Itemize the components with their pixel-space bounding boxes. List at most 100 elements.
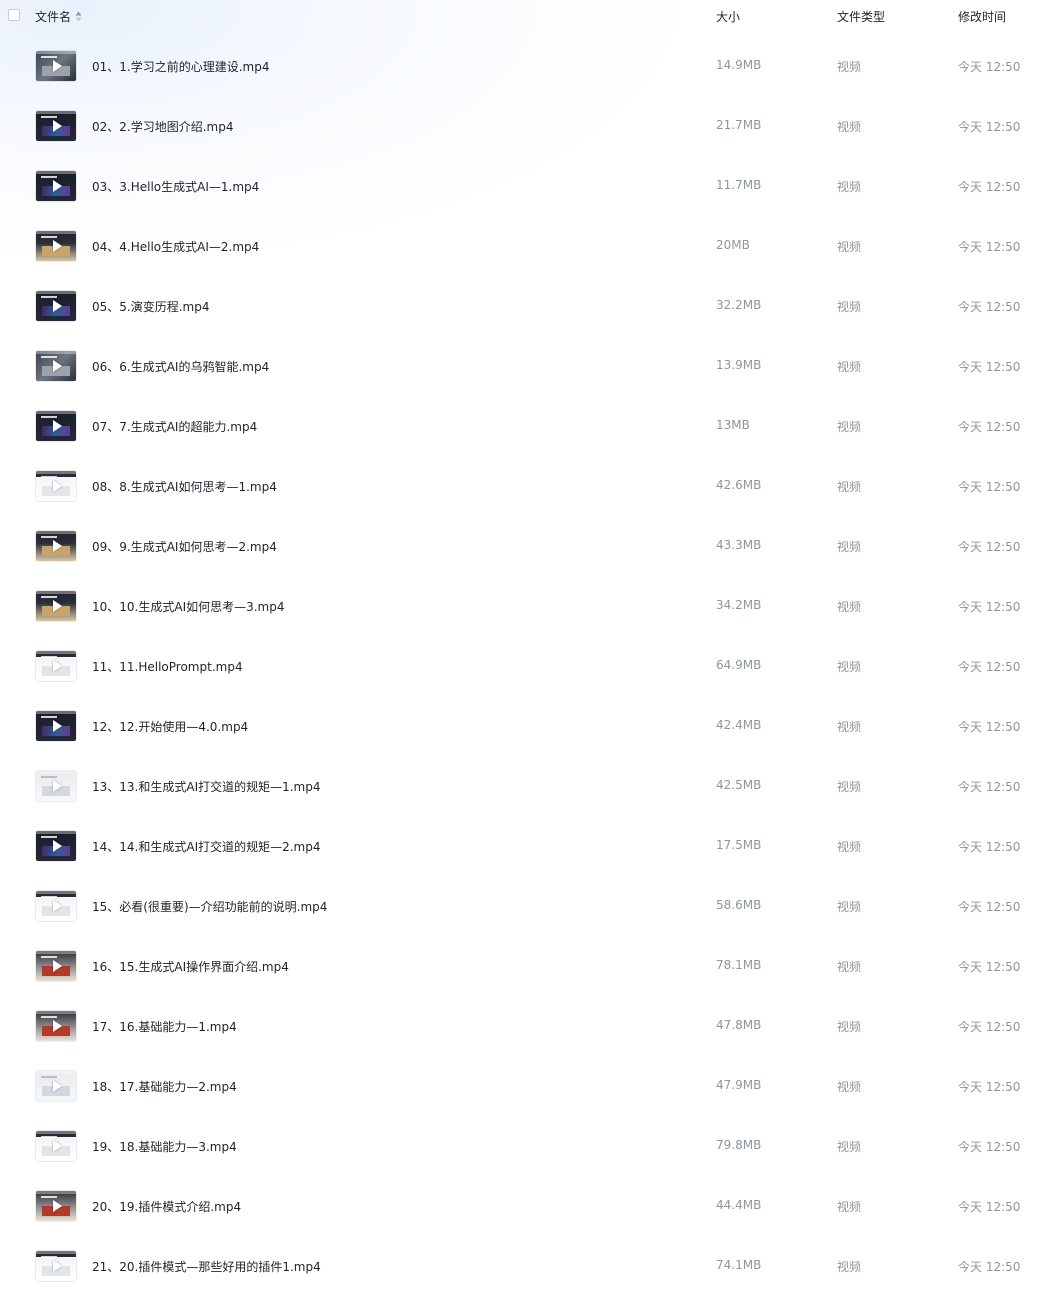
file-name[interactable]: 02、2.学习地图介绍.mp4 (92, 118, 233, 135)
file-row[interactable]: 13、13.和生成式AI打交道的规矩—1.mp4 42.5MB 视频 今天 12:50 (0, 756, 1051, 816)
video-thumbnail-icon[interactable] (36, 231, 76, 261)
file-name[interactable]: 15、必看(很重要)—介绍功能前的说明.mp4 (92, 898, 327, 915)
file-row[interactable]: 17、16.基础能力—1.mp4 47.8MB 视频 今天 12:50 (0, 996, 1051, 1056)
video-thumbnail-icon[interactable] (36, 591, 76, 621)
video-thumbnail-icon[interactable] (36, 291, 76, 321)
file-size: 58.6MB (716, 898, 762, 912)
file-row[interactable]: 11、11.HelloPrompt.mp4 64.9MB 视频 今天 12:50 (0, 636, 1051, 696)
video-thumbnail-icon[interactable] (36, 51, 76, 81)
file-size: 42.4MB (716, 718, 762, 732)
file-row[interactable]: 14、14.和生成式AI打交道的规矩—2.mp4 17.5MB 视频 今天 12:50 (0, 816, 1051, 876)
play-icon (53, 600, 62, 612)
file-row[interactable]: 19、18.基础能力—3.mp4 79.8MB 视频 今天 12:50 (0, 1116, 1051, 1176)
file-size: 11.7MB (716, 178, 762, 192)
file-type: 视频 (837, 1020, 862, 1034)
file-row[interactable]: 12、12.开始使用—4.0.mp4 42.4MB 视频 今天 12:50 (0, 696, 1051, 756)
file-name[interactable]: 14、14.和生成式AI打交道的规矩—2.mp4 (92, 838, 321, 855)
play-icon (53, 480, 62, 492)
video-thumbnail-icon[interactable] (36, 351, 76, 381)
file-row[interactable]: 10、10.生成式AI如何思考—3.mp4 34.2MB 视频 今天 12:50 (0, 576, 1051, 636)
video-thumbnail-icon[interactable] (36, 111, 76, 141)
file-name[interactable]: 08、8.生成式AI如何思考—1.mp4 (92, 478, 277, 495)
file-name[interactable]: 10、10.生成式AI如何思考—3.mp4 (92, 598, 285, 615)
file-row[interactable]: 03、3.Hello生成式AI—1.mp4 11.7MB 视频 今天 12:50 (0, 156, 1051, 216)
video-thumbnail-icon[interactable] (36, 471, 76, 501)
file-row[interactable]: 18、17.基础能力—2.mp4 47.9MB 视频 今天 12:50 (0, 1056, 1051, 1116)
video-thumbnail-icon[interactable] (36, 1191, 76, 1221)
file-name[interactable]: 04、4.Hello生成式AI—2.mp4 (92, 238, 259, 255)
file-size: 44.4MB (716, 1198, 762, 1212)
sort-icon[interactable] (75, 11, 82, 22)
file-type: 视频 (837, 600, 862, 614)
video-thumbnail-icon[interactable] (36, 951, 76, 981)
video-thumbnail-icon[interactable] (36, 531, 76, 561)
file-name[interactable]: 17、16.基础能力—1.mp4 (92, 1018, 237, 1035)
play-icon (53, 1080, 62, 1092)
file-list: 01、1.学习之前的心理建设.mp4 14.9MB 视频 今天 12:50 02、2.学… (0, 36, 1051, 1296)
file-name[interactable]: 05、5.演变历程.mp4 (92, 298, 209, 315)
video-thumbnail-icon[interactable] (36, 651, 76, 681)
file-modified-time: 今天 12:50 (958, 420, 1021, 434)
file-type: 视频 (837, 300, 862, 314)
column-header-name[interactable]: 文件名 (35, 8, 82, 25)
file-name[interactable]: 01、1.学习之前的心理建设.mp4 (92, 58, 269, 75)
file-type: 视频 (837, 240, 862, 254)
file-type: 视频 (837, 720, 862, 734)
file-name[interactable]: 09、9.生成式AI如何思考—2.mp4 (92, 538, 277, 555)
play-icon (53, 240, 62, 252)
file-row[interactable]: 09、9.生成式AI如何思考—2.mp4 43.3MB 视频 今天 12:50 (0, 516, 1051, 576)
file-row[interactable]: 05、5.演变历程.mp4 32.2MB 视频 今天 12:50 (0, 276, 1051, 336)
video-thumbnail-icon[interactable] (36, 891, 76, 921)
column-header-type[interactable]: 文件类型 (837, 8, 885, 25)
video-thumbnail-icon[interactable] (36, 411, 76, 441)
video-thumbnail-icon[interactable] (36, 771, 76, 801)
file-modified-time: 今天 12:50 (958, 840, 1021, 854)
file-size: 42.6MB (716, 478, 762, 492)
video-thumbnail-icon[interactable] (36, 1071, 76, 1101)
file-modified-time: 今天 12:50 (958, 1020, 1021, 1034)
file-row[interactable]: 16、15.生成式AI操作界面介绍.mp4 78.1MB 视频 今天 12:50 (0, 936, 1051, 996)
file-row[interactable]: 08、8.生成式AI如何思考—1.mp4 42.6MB 视频 今天 12:50 (0, 456, 1051, 516)
file-name[interactable]: 18、17.基础能力—2.mp4 (92, 1078, 237, 1095)
file-name[interactable]: 21、20.插件模式—那些好用的插件1.mp4 (92, 1258, 321, 1275)
file-modified-time: 今天 12:50 (958, 300, 1021, 314)
video-thumbnail-icon[interactable] (36, 1251, 76, 1281)
file-row[interactable]: 07、7.生成式AI的超能力.mp4 13MB 视频 今天 12:50 (0, 396, 1051, 456)
column-header-modified-time[interactable]: 修改时间 (958, 8, 1006, 25)
select-all-checkbox-icon[interactable] (8, 9, 20, 21)
video-thumbnail-icon[interactable] (36, 831, 76, 861)
file-name[interactable]: 12、12.开始使用—4.0.mp4 (92, 718, 248, 735)
file-modified-time: 今天 12:50 (958, 600, 1021, 614)
file-type: 视频 (837, 540, 862, 554)
file-row[interactable]: 15、必看(很重要)—介绍功能前的说明.mp4 58.6MB 视频 今天 12:50 (0, 876, 1051, 936)
column-header-size[interactable]: 大小 (716, 8, 740, 25)
file-modified-time: 今天 12:50 (958, 960, 1021, 974)
file-name[interactable]: 19、18.基础能力—3.mp4 (92, 1138, 237, 1155)
file-size: 13MB (716, 418, 750, 432)
file-modified-time: 今天 12:50 (958, 240, 1021, 254)
file-name[interactable]: 03、3.Hello生成式AI—1.mp4 (92, 178, 259, 195)
file-name[interactable]: 20、19.插件模式介绍.mp4 (92, 1198, 241, 1215)
file-type: 视频 (837, 1080, 862, 1094)
video-thumbnail-icon[interactable] (36, 1131, 76, 1161)
file-row[interactable]: 04、4.Hello生成式AI—2.mp4 20MB 视频 今天 12:50 (0, 216, 1051, 276)
file-modified-time: 今天 12:50 (958, 1140, 1021, 1154)
video-thumbnail-icon[interactable] (36, 711, 76, 741)
video-thumbnail-icon[interactable] (36, 171, 76, 201)
file-name[interactable]: 11、11.HelloPrompt.mp4 (92, 658, 243, 675)
file-name[interactable]: 07、7.生成式AI的超能力.mp4 (92, 418, 257, 435)
file-row[interactable]: 02、2.学习地图介绍.mp4 21.7MB 视频 今天 12:50 (0, 96, 1051, 156)
file-row[interactable]: 01、1.学习之前的心理建设.mp4 14.9MB 视频 今天 12:50 (0, 36, 1051, 96)
file-list-page: 文件名 大小 文件类型 修改时间 01、1.学习之前的心理建设.mp4 14.9M… (0, 0, 1051, 1284)
file-name[interactable]: 13、13.和生成式AI打交道的规矩—1.mp4 (92, 778, 321, 795)
play-icon (53, 120, 62, 132)
file-row[interactable]: 06、6.生成式AI的乌鸦智能.mp4 13.9MB 视频 今天 12:50 (0, 336, 1051, 396)
file-row[interactable]: 21、20.插件模式—那些好用的插件1.mp4 74.1MB 视频 今天 12:50 (0, 1236, 1051, 1296)
file-row[interactable]: 20、19.插件模式介绍.mp4 44.4MB 视频 今天 12:50 (0, 1176, 1051, 1236)
column-header-name-label: 文件名 (35, 10, 72, 24)
video-thumbnail-icon[interactable] (36, 1011, 76, 1041)
file-name[interactable]: 16、15.生成式AI操作界面介绍.mp4 (92, 958, 289, 975)
file-modified-time: 今天 12:50 (958, 1200, 1021, 1214)
file-name[interactable]: 06、6.生成式AI的乌鸦智能.mp4 (92, 358, 269, 375)
file-size: 20MB (716, 238, 750, 252)
